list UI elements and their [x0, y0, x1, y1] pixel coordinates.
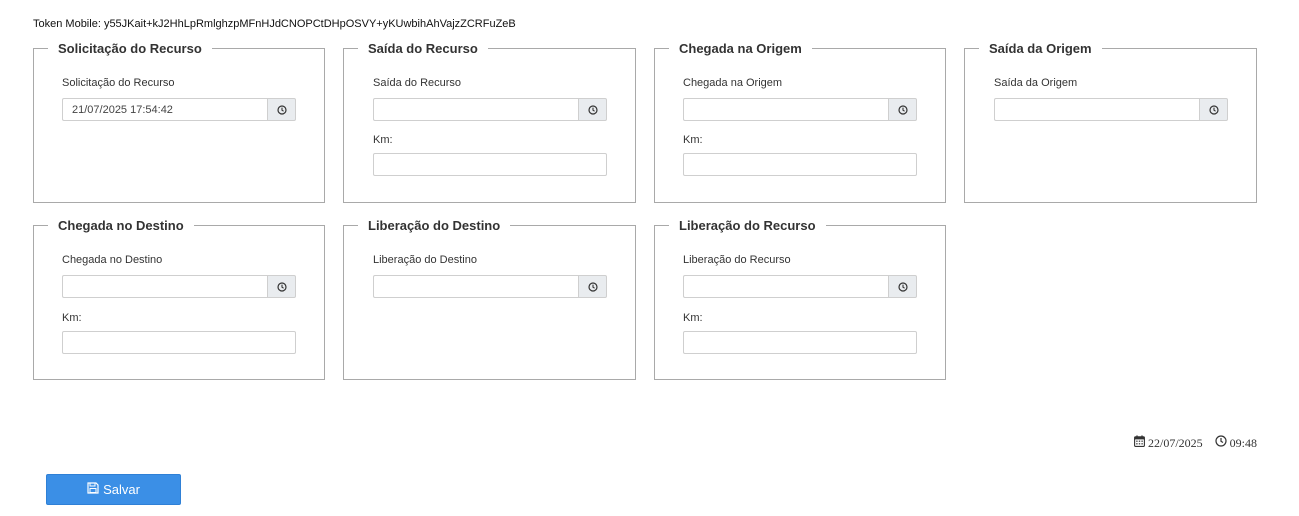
chegada-origem-field: Chegada na Origem — [683, 76, 917, 121]
liberacao-recurso-km-input[interactable] — [683, 331, 917, 354]
field-label: Liberação do Recurso — [683, 254, 791, 266]
liberacao-recurso-km-field: Km: — [683, 311, 917, 354]
datetime-picker — [683, 275, 917, 298]
current-date-text: 22/07/2025 — [1147, 435, 1203, 450]
field-label: Solicitação do Recurso — [62, 77, 175, 89]
saida-origem-input[interactable] — [994, 98, 1199, 121]
panel-saida-recurso: Saída do Recurso Saída do Recurso Km: — [343, 41, 636, 203]
clock-icon[interactable] — [888, 98, 917, 121]
datetime-picker — [373, 98, 607, 121]
panel-liberacao-destino: Liberação do Destino Liberação do Destin… — [343, 218, 636, 380]
datetime-picker — [62, 275, 296, 298]
field-label: Chegada na Origem — [683, 77, 783, 89]
clock-icon[interactable] — [888, 275, 917, 298]
panel-chegada-origem: Chegada na Origem Chegada na Origem Km: — [654, 41, 946, 203]
liberacao-recurso-field: Liberação do Recurso — [683, 253, 917, 298]
field-label: Liberação do Destino — [373, 254, 477, 266]
datetime-picker — [373, 275, 607, 298]
solicitacao-recurso-input[interactable] — [62, 98, 267, 121]
current-time-text: 09:48 — [1229, 435, 1257, 450]
current-datetime: 22/07/2025 09:48 — [1134, 435, 1257, 451]
saida-recurso-km-input[interactable] — [373, 153, 607, 176]
saida-recurso-field: Saída do Recurso — [373, 76, 607, 121]
clock-icon[interactable] — [267, 275, 296, 298]
panel-solicitacao-recurso: Solicitação do Recurso Solicitação do Re… — [33, 41, 325, 203]
token-value: y55JKait+kJ2HhLpRmlghzpMFnHJdCNOPCtDHpOS… — [103, 18, 516, 30]
panel-title: Saída do Recurso — [368, 41, 478, 56]
current-date: 22/07/2025 — [1134, 435, 1203, 451]
clock-icon[interactable] — [1199, 98, 1228, 121]
current-time: 09:48 — [1215, 435, 1257, 451]
clock-icon — [1215, 435, 1230, 451]
datetime-picker — [62, 98, 296, 121]
panel-saida-origem: Saída da Origem Saída da Origem — [964, 41, 1257, 203]
km-label: Km: — [683, 134, 703, 146]
chegada-destino-km-field: Km: — [62, 311, 296, 354]
panel-liberacao-recurso: Liberação do Recurso Liberação do Recurs… — [654, 218, 946, 380]
token-label: Token Mobile: — [33, 18, 101, 30]
panel-title: Solicitação do Recurso — [58, 41, 202, 56]
liberacao-destino-input[interactable] — [373, 275, 578, 298]
chegada-origem-input[interactable] — [683, 98, 888, 121]
liberacao-recurso-input[interactable] — [683, 275, 888, 298]
field-label: Chegada no Destino — [62, 254, 163, 266]
chegada-destino-km-input[interactable] — [62, 331, 296, 354]
chegada-destino-input[interactable] — [62, 275, 267, 298]
panel-title: Chegada na Origem — [679, 41, 802, 56]
datetime-picker — [683, 98, 917, 121]
field-label: Saída da Origem — [994, 77, 1078, 89]
saida-recurso-input[interactable] — [373, 98, 578, 121]
panel-title: Liberação do Destino — [368, 218, 501, 233]
chegada-destino-field: Chegada no Destino — [62, 253, 296, 298]
chegada-origem-km-field: Km: — [683, 133, 917, 176]
panel-title: Liberação do Recurso — [679, 218, 816, 233]
clock-icon[interactable] — [578, 275, 607, 298]
chegada-origem-km-input[interactable] — [683, 153, 917, 176]
datetime-picker — [994, 98, 1228, 121]
clock-icon[interactable] — [578, 98, 607, 121]
km-label: Km: — [373, 134, 393, 146]
token-mobile: Token Mobile: y55JKait+kJ2HhLpRmlghzpMFn… — [33, 18, 516, 30]
saida-origem-field: Saída da Origem — [994, 76, 1228, 121]
liberacao-destino-field: Liberação do Destino — [373, 253, 607, 298]
km-label: Km: — [62, 312, 82, 324]
floppy-disk-icon — [87, 482, 103, 497]
panel-title: Saída da Origem — [989, 41, 1092, 56]
saida-recurso-km-field: Km: — [373, 133, 607, 176]
calendar-icon — [1134, 435, 1148, 451]
save-button[interactable]: Salvar — [46, 474, 181, 505]
km-label: Km: — [683, 312, 703, 324]
field-label: Saída do Recurso — [373, 77, 462, 89]
solicitacao-recurso-field: Solicitação do Recurso — [62, 76, 296, 121]
panel-chegada-destino: Chegada no Destino Chegada no Destino Km… — [33, 218, 325, 380]
save-button-label: Salvar — [103, 482, 140, 497]
panel-title: Chegada no Destino — [58, 218, 184, 233]
clock-icon[interactable] — [267, 98, 296, 121]
